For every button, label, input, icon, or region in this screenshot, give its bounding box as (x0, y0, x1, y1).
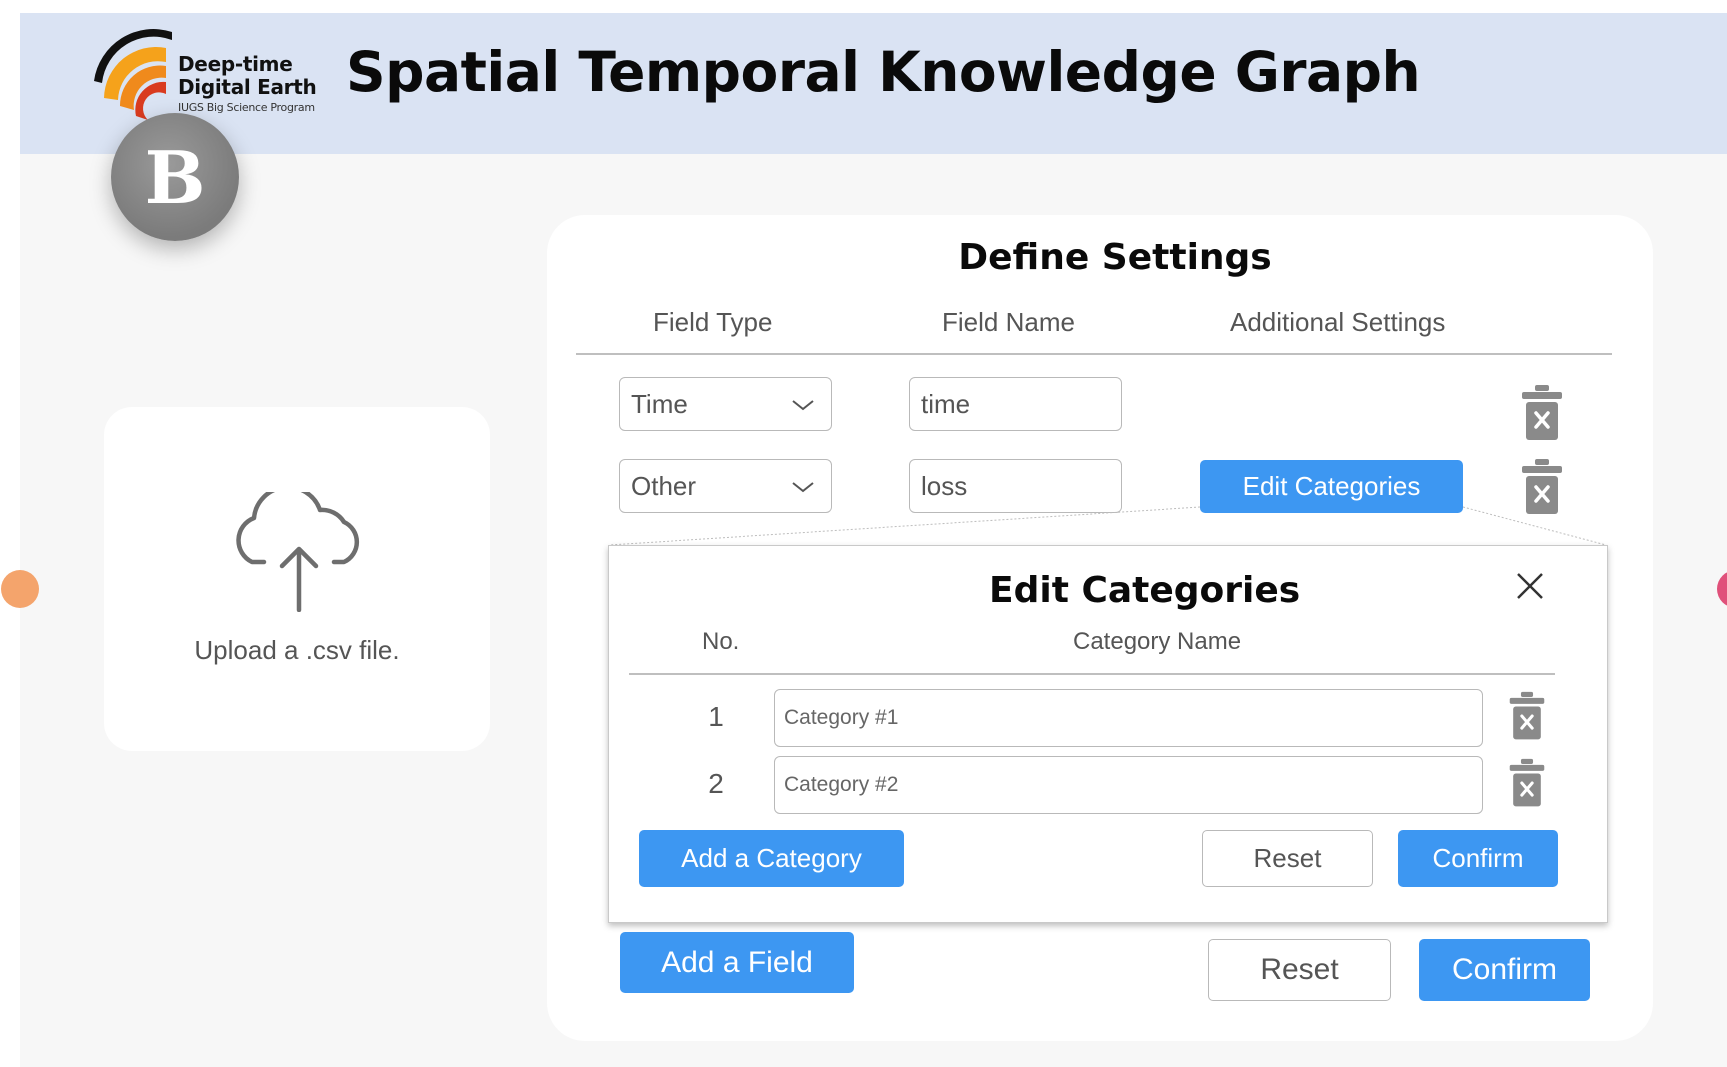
settings-reset-button[interactable]: Reset (1208, 939, 1391, 1001)
category-row-number: 2 (708, 768, 724, 799)
column-header-category-name: Category Name (1073, 628, 1242, 655)
edit-categories-button[interactable]: Edit Categories (1200, 460, 1463, 513)
category-name-input-2[interactable] (774, 756, 1483, 814)
column-header-field-type: Field Type (653, 307, 773, 337)
left-dot (1, 570, 39, 608)
step-badge: B (111, 113, 239, 241)
chevron-down-icon (792, 400, 814, 411)
upload-dropzone[interactable]: Upload a .csv file. (104, 407, 490, 751)
field-type-value: Time (631, 388, 688, 419)
cloud-upload-icon (236, 492, 360, 612)
chevron-down-icon (792, 482, 814, 493)
categories-reset-button[interactable]: Reset (1202, 830, 1373, 887)
upload-label: Upload a .csv file. (194, 635, 400, 665)
logo-line-3: IUGS Big Science Program (178, 101, 315, 114)
logo-line-1: Deep-time (178, 52, 293, 76)
column-header-field-name: Field Name (942, 307, 1075, 337)
delete-field-1-trash-icon[interactable] (1520, 383, 1564, 443)
category-name-input-1[interactable] (774, 689, 1483, 747)
field-name-input-1[interactable]: time (909, 377, 1122, 431)
app-title: Spatial Temporal Knowledge Graph (346, 40, 1421, 104)
field-type-select-2[interactable]: Other (619, 459, 832, 513)
logo-line-2: Digital Earth (178, 75, 317, 99)
delete-category-1-trash-icon[interactable] (1508, 690, 1546, 742)
categories-confirm-button[interactable]: Confirm (1398, 830, 1558, 887)
column-header-no: No. (702, 628, 740, 655)
add-category-button[interactable]: Add a Category (639, 830, 904, 887)
delete-field-2-trash-icon[interactable] (1520, 457, 1564, 517)
field-name-value: loss (921, 470, 968, 501)
field-name-value: time (921, 388, 971, 419)
close-icon[interactable] (1515, 571, 1545, 601)
header-divider (576, 353, 1612, 355)
add-field-button[interactable]: Add a Field (620, 932, 854, 993)
dialog-header-divider (629, 673, 1555, 675)
dialog-title: Edit Categories (989, 570, 1301, 611)
field-type-value: Other (631, 470, 697, 501)
column-header-additional-settings: Additional Settings (1230, 307, 1446, 337)
field-type-select-1[interactable]: Time (619, 377, 832, 431)
settings-title: Define Settings (958, 237, 1272, 278)
field-name-input-2[interactable]: loss (909, 459, 1122, 513)
settings-confirm-button[interactable]: Confirm (1419, 939, 1590, 1001)
delete-category-2-trash-icon[interactable] (1508, 757, 1546, 809)
category-row-number: 1 (708, 701, 724, 732)
edit-categories-dialog: Edit Categories No. Category Name 1 2 Ad… (608, 545, 1608, 923)
